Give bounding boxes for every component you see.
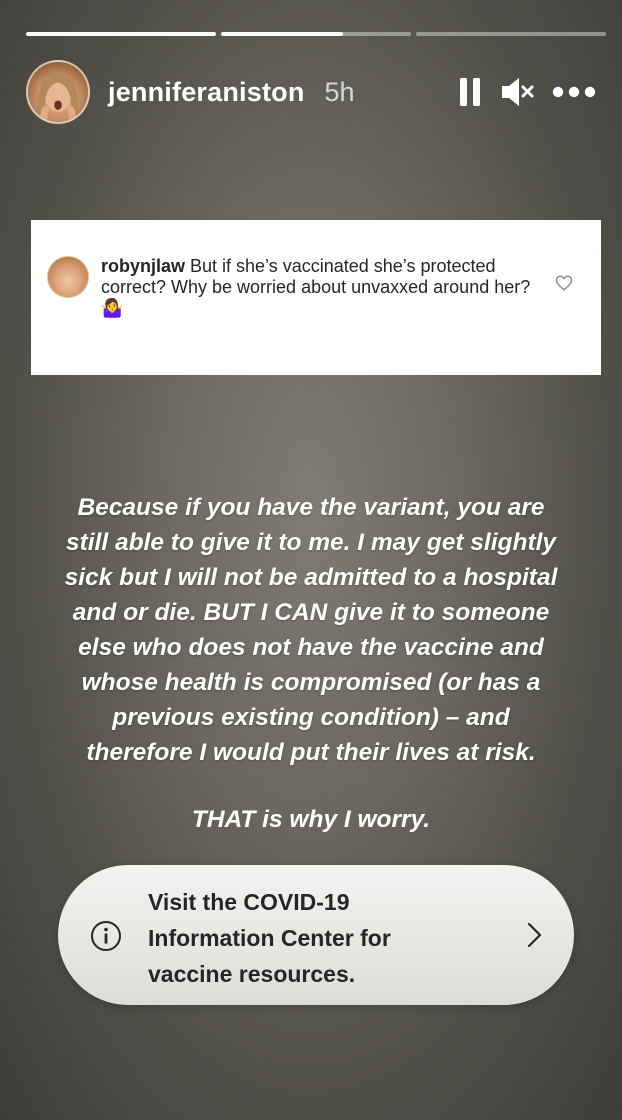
chevron-right-icon (527, 922, 542, 948)
username[interactable]: jenniferaniston (108, 77, 305, 108)
avatar[interactable] (26, 60, 90, 124)
commenter-avatar[interactable] (47, 256, 89, 298)
heart-icon[interactable] (555, 274, 573, 292)
shrug-emoji: 🤷‍♀️ (101, 298, 124, 318)
story-line: whose health is compromised (or has a (81, 669, 541, 696)
story-progress (26, 32, 606, 36)
progress-segment (26, 32, 216, 36)
pause-icon[interactable] (458, 77, 482, 107)
progress-segment (416, 32, 606, 36)
more-icon[interactable] (552, 86, 596, 98)
story-text: Because if you have the variant, you are… (20, 490, 602, 770)
progress-segment (221, 32, 411, 36)
mute-icon[interactable] (500, 76, 534, 108)
commenter-username[interactable]: robynjlaw (101, 256, 185, 276)
story-line: therefore I would put their lives at ris… (86, 739, 536, 766)
comment-text: robynjlaw But if she’s vaccinated she’s … (101, 256, 541, 319)
story-line: sick but I will not be admitted to a hos… (64, 564, 558, 591)
story-line: and or die. BUT I CAN give it to someone (72, 599, 550, 626)
covid-info-banner[interactable]: Visit the COVID-19 Information Center fo… (58, 865, 574, 1005)
covid-banner-text: Visit the COVID-19 Information Center fo… (148, 889, 391, 987)
info-icon (91, 921, 121, 951)
story-line: previous existing condition) – and (112, 704, 510, 731)
progress-fill (26, 32, 216, 36)
story-controls (458, 76, 596, 108)
story-closing: THAT is why I worry. (191, 806, 431, 833)
progress-fill (221, 32, 343, 36)
story-line: Because if you have the variant, you are (77, 494, 545, 521)
story-header: jenniferaniston 5h (26, 60, 596, 124)
avatar-image (37, 71, 79, 122)
story-line: else who does not have the vaccine and (78, 634, 544, 661)
comment-card[interactable]: robynjlaw But if she’s vaccinated she’s … (31, 220, 601, 375)
timestamp: 5h (324, 76, 355, 107)
story-line: still able to give it to me. I may get s… (65, 529, 557, 556)
